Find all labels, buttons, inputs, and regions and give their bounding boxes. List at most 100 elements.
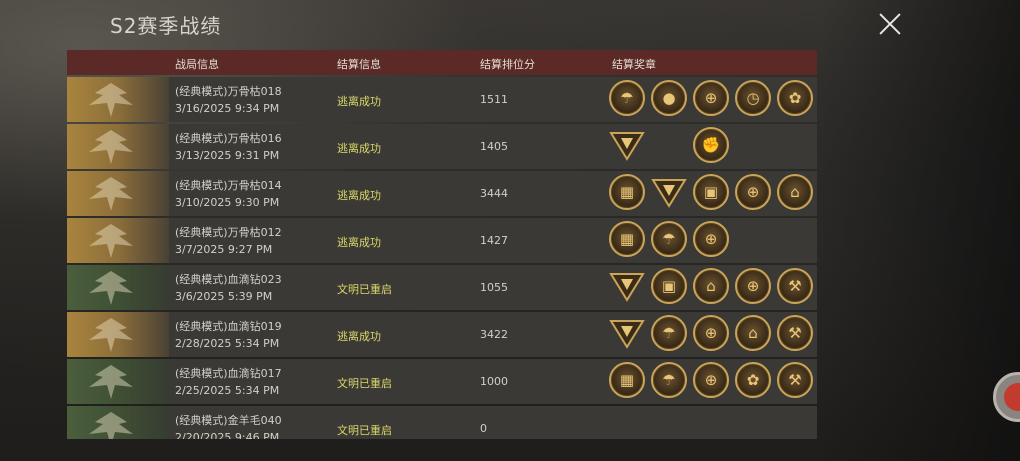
biohazard-emblem-icon [67, 406, 169, 439]
medal-list: ▣ ⌂ ⊕ ⚒ [607, 268, 817, 308]
match-date: 3/7/2025 9:27 PM [175, 243, 273, 256]
tent-medal-glyph: ⌂ [706, 277, 716, 295]
match-name: (经典模式)万骨枯018 [175, 85, 282, 98]
parachute-medal-icon[interactable]: ☂ [609, 80, 645, 116]
rank-score: 1427 [480, 234, 508, 247]
settle-result: 文明已重启 [337, 377, 392, 390]
helmet-medal-glyph: ⊕ [746, 183, 760, 201]
map-medal-glyph: ▦ [619, 230, 635, 248]
rank-score: 3422 [480, 328, 508, 341]
match-date: 2/28/2025 5:34 PM [175, 337, 280, 350]
claw-triangle-medal-icon[interactable] [609, 127, 645, 163]
table-row[interactable]: (经典模式)万骨枯014 3/10/2025 9:30 PM 逃离成功 3444 ▦ ▣ ⊕… [67, 171, 817, 216]
parachute-medal-icon[interactable]: ☂ [651, 221, 687, 257]
egg-medal-glyph: ● [662, 89, 676, 107]
table-row[interactable]: (经典模式)血滴钻023 3/6/2025 5:39 PM 文明已重启 1055 ▣ ⌂ ⊕… [67, 265, 817, 310]
map-medal-icon[interactable]: ▦ [609, 362, 645, 398]
helmet-medal-icon[interactable]: ⊕ [693, 221, 729, 257]
helmet-medal-icon[interactable]: ⊕ [693, 80, 729, 116]
wing-emblem-icon [67, 124, 169, 169]
table-row[interactable]: (经典模式)万骨枯016 3/13/2025 9:31 PM 逃离成功 1405 ✊ [67, 124, 817, 169]
wing-emblem-icon [67, 171, 169, 216]
side-button-icon [1004, 383, 1020, 411]
wheat-medal-glyph: ✿ [788, 89, 802, 107]
shovel-medal-icon[interactable]: ⚒ [777, 362, 813, 398]
table-row[interactable]: (经典模式)血滴钻017 2/25/2025 5:34 PM 文明已重启 1000 ▦ ☂… [67, 359, 817, 404]
close-icon[interactable] [876, 10, 904, 38]
crate-medal-icon[interactable]: ▣ [693, 174, 729, 210]
settle-result: 逃离成功 [337, 189, 381, 202]
match-date: 3/13/2025 9:31 PM [175, 149, 280, 162]
table-header: 战局信息 结算信息 结算排位分 结算奖章 [67, 50, 817, 75]
parachute-medal-glyph: ☂ [662, 324, 676, 342]
table-row[interactable]: (经典模式)血滴钻019 2/28/2025 5:34 PM 逃离成功 3422 ☂ ⊕ ⌂… [67, 312, 817, 357]
medal-list: ✊ [607, 127, 817, 167]
match-history-table: 战局信息 结算信息 结算排位分 结算奖章 (经典模式)万骨枯018 3/16/20… [67, 50, 817, 439]
match-name: (经典模式)血滴钻023 [175, 273, 282, 286]
table-row[interactable]: (经典模式)万骨枯012 3/7/2025 9:27 PM 逃离成功 1427 ▦ ☂ ⊕ [67, 218, 817, 263]
helmet-medal-icon[interactable]: ⊕ [693, 362, 729, 398]
stopwatch-medal-icon[interactable]: ◷ [735, 80, 771, 116]
wing-emblem-icon [67, 218, 169, 263]
rank-score: 1511 [480, 93, 508, 106]
shovel-medal-icon[interactable]: ⚒ [777, 268, 813, 304]
settle-result: 逃离成功 [337, 236, 381, 249]
page-title: S2赛季战绩 [110, 14, 222, 38]
eye-triangle-medal-icon[interactable] [651, 174, 687, 210]
wing-emblem-icon [67, 312, 169, 357]
helmet-medal-icon[interactable]: ⊕ [735, 268, 771, 304]
rank-score: 1055 [480, 281, 508, 294]
stopwatch-medal-glyph: ◷ [746, 89, 760, 107]
medal-list: ☂ ● ⊕ ◷ ✿ [607, 80, 817, 120]
medal-list: ☂ ⊕ ⌂ ⚒ [607, 315, 817, 355]
helmet-medal-glyph: ⊕ [704, 89, 718, 107]
match-date: 3/16/2025 9:34 PM [175, 102, 280, 115]
map-medal-icon[interactable]: ▦ [609, 221, 645, 257]
crate-medal-icon[interactable]: ▣ [651, 268, 687, 304]
helmet-medal-icon[interactable]: ⊕ [735, 174, 771, 210]
settle-result: 逃离成功 [337, 330, 381, 343]
claw-triangle-medal-icon[interactable] [609, 315, 645, 351]
helmet-medal-glyph: ⊕ [704, 324, 718, 342]
map-medal-icon[interactable]: ▦ [609, 174, 645, 210]
tent-medal-icon[interactable]: ⌂ [693, 268, 729, 304]
table-row[interactable]: (经典模式)金羊毛040 2/20/2025 9:46 PM 文明已重启 0 [67, 406, 817, 439]
wheat-medal-icon[interactable]: ✿ [735, 362, 771, 398]
helmet-medal-icon[interactable]: ⊕ [693, 315, 729, 351]
settle-result: 文明已重启 [337, 283, 392, 296]
rank-score: 3444 [480, 187, 508, 200]
table-row[interactable]: (经典模式)万骨枯018 3/16/2025 9:34 PM 逃离成功 1511 ☂ ● ⊕… [67, 77, 817, 122]
helmet-medal-glyph: ⊕ [746, 277, 760, 295]
parachute-medal-glyph: ☂ [662, 371, 676, 389]
egg-medal-icon[interactable]: ● [651, 80, 687, 116]
match-name: (经典模式)万骨枯012 [175, 226, 282, 239]
tent-medal-glyph: ⌂ [748, 324, 758, 342]
parachute-medal-icon[interactable]: ☂ [651, 362, 687, 398]
wheat-medal-glyph: ✿ [746, 371, 760, 389]
settle-result: 逃离成功 [337, 142, 381, 155]
parachute-medal-icon[interactable]: ☂ [651, 315, 687, 351]
background-shade [820, 0, 1020, 461]
biohazard-emblem-icon [67, 265, 169, 310]
shovel-medal-glyph: ⚒ [788, 324, 802, 342]
rank-score: 0 [480, 422, 487, 435]
header-medals: 结算奖章 [612, 58, 656, 71]
map-medal-glyph: ▦ [619, 371, 635, 389]
header-rank-score: 结算排位分 [480, 58, 535, 71]
tent-medal-icon[interactable]: ⌂ [777, 174, 813, 210]
shovel-medal-icon[interactable]: ⚒ [777, 315, 813, 351]
fist-medal-icon[interactable]: ✊ [693, 127, 729, 163]
table-body: (经典模式)万骨枯018 3/16/2025 9:34 PM 逃离成功 1511 ☂ ● ⊕… [67, 77, 817, 439]
medal-list: ▦ ☂ ⊕ ✿ ⚒ [607, 362, 817, 402]
tent-medal-icon[interactable]: ⌂ [735, 315, 771, 351]
biohazard-emblem-icon [67, 359, 169, 404]
medal-list [607, 409, 817, 439]
wheat-medal-icon[interactable]: ✿ [777, 80, 813, 116]
shovel-medal-glyph: ⚒ [788, 371, 802, 389]
header-settle-info: 结算信息 [337, 58, 381, 71]
settle-result: 逃离成功 [337, 95, 381, 108]
crate-medal-glyph: ▣ [661, 277, 677, 295]
claw-triangle-medal-icon[interactable] [609, 268, 645, 304]
crate-medal-glyph: ▣ [703, 183, 719, 201]
medal-list: ▦ ▣ ⊕ ⌂ [607, 174, 817, 214]
